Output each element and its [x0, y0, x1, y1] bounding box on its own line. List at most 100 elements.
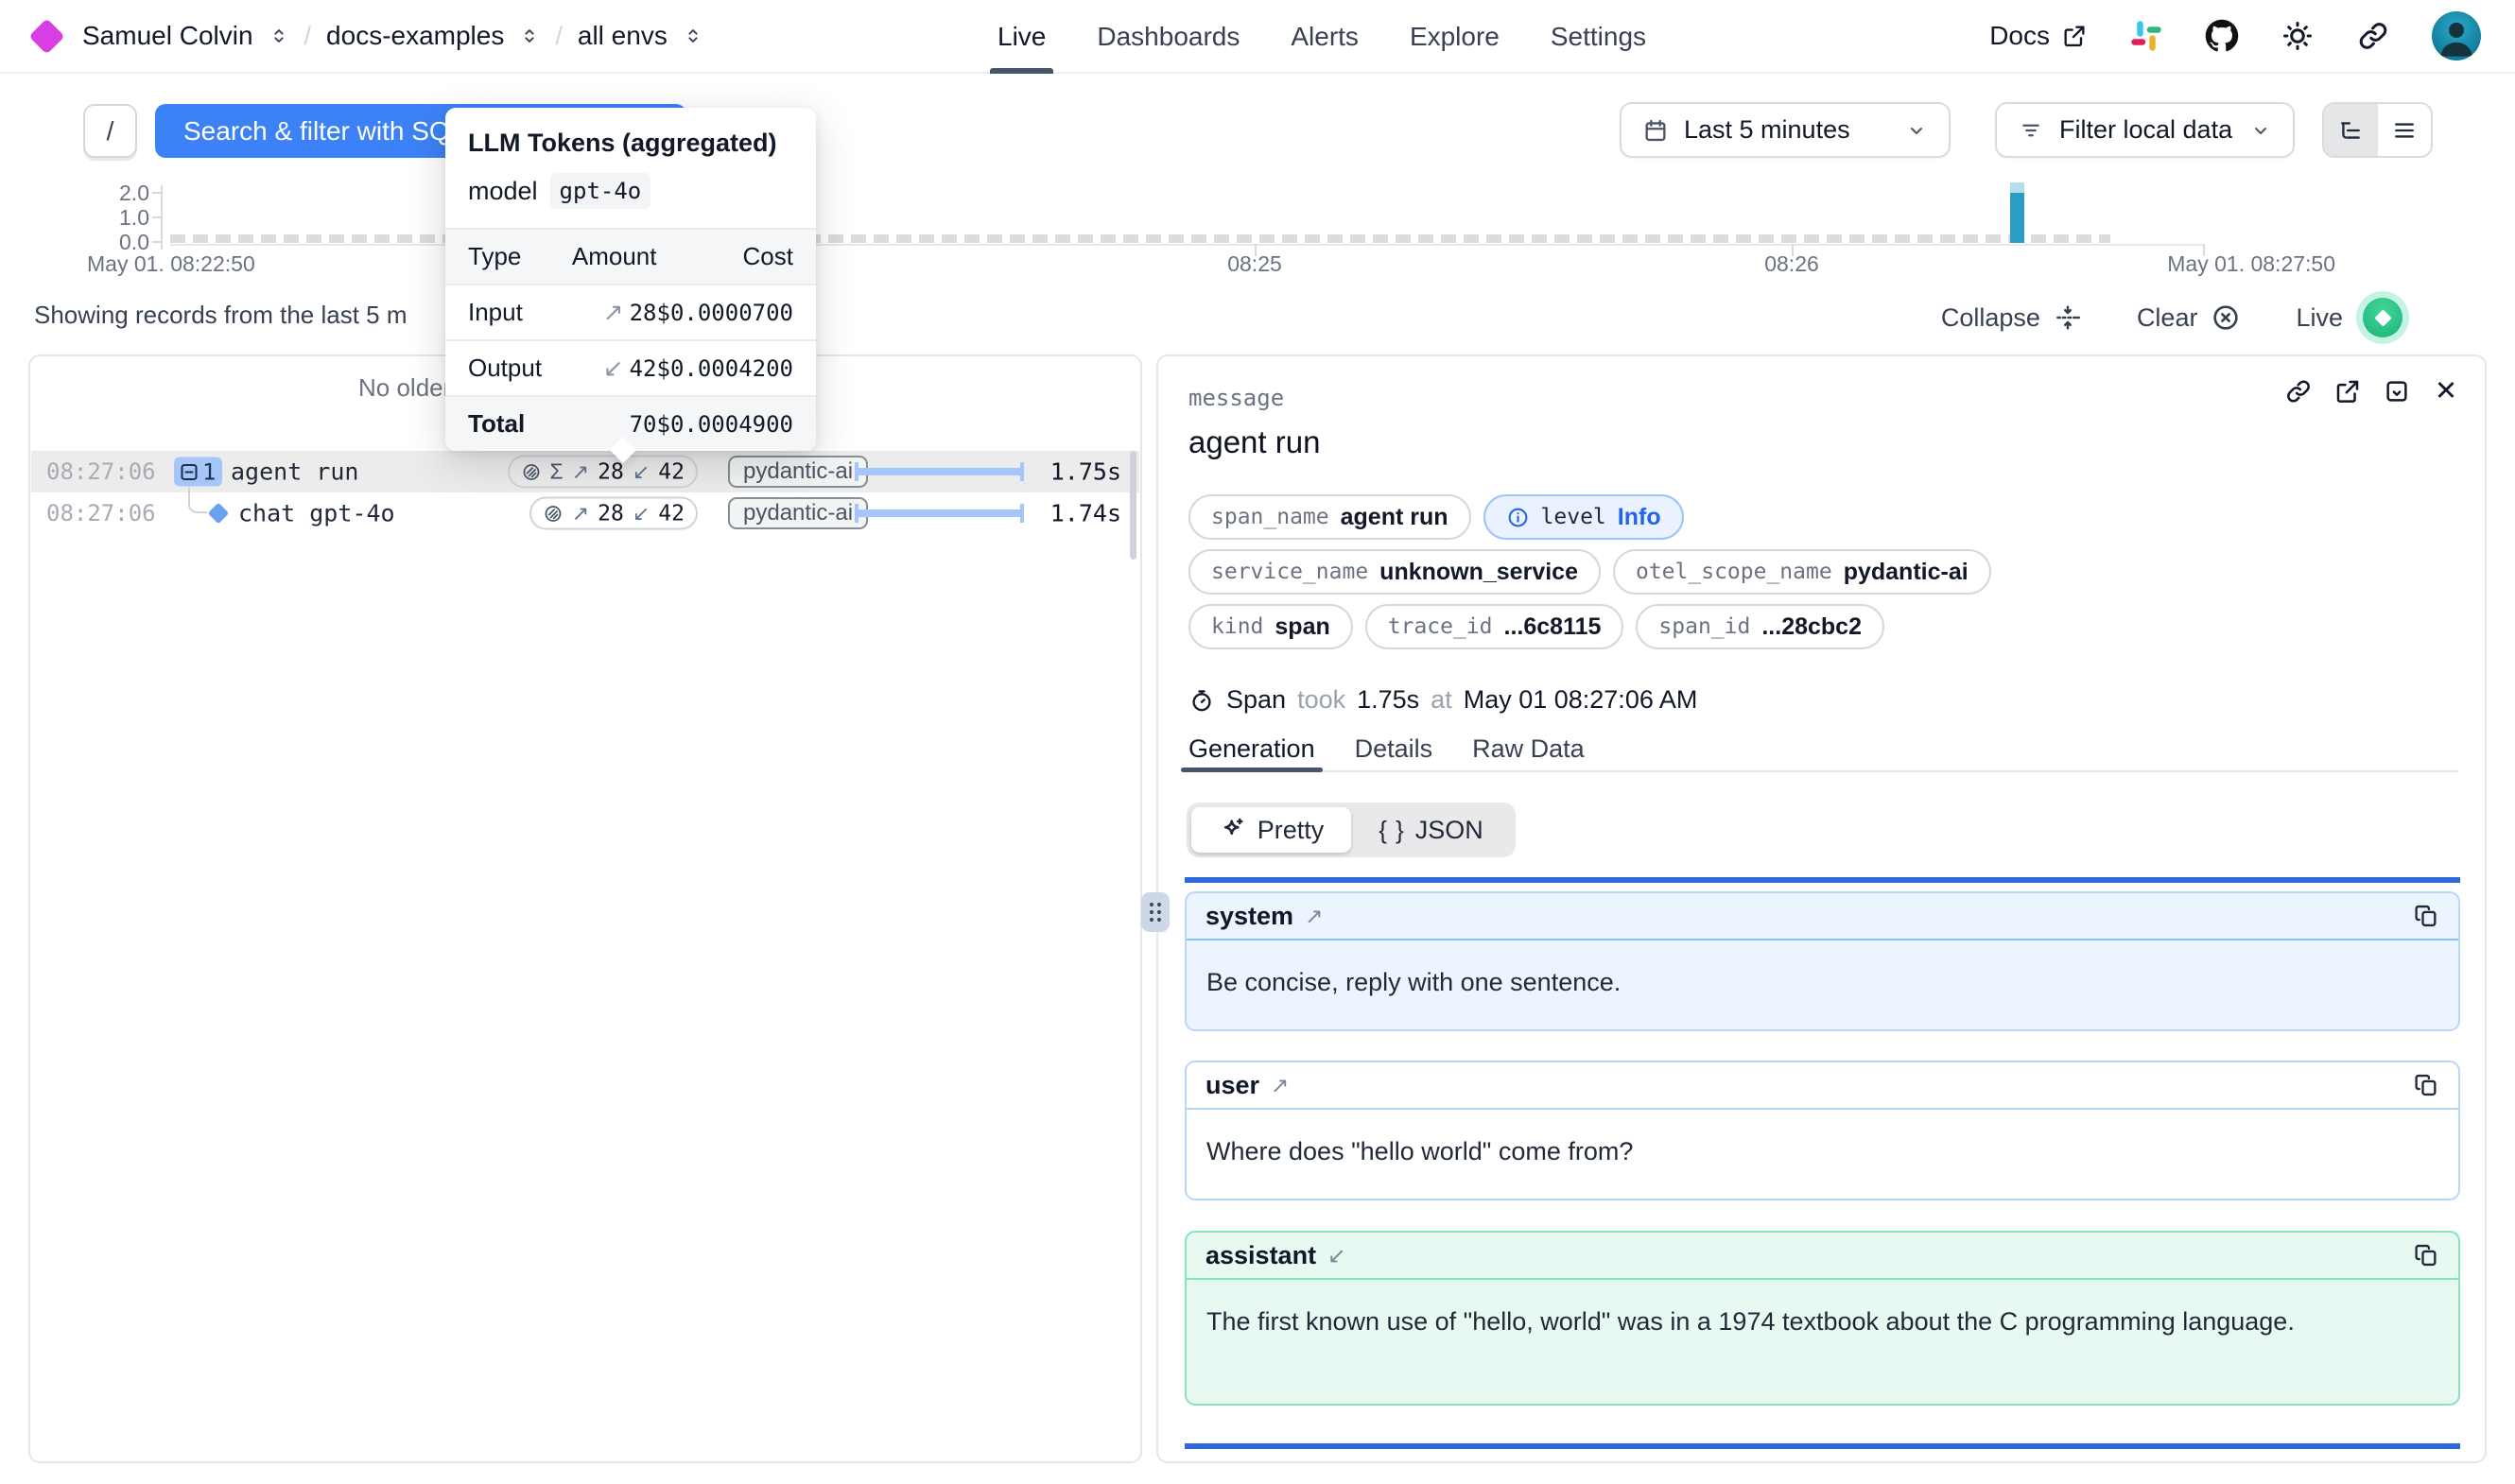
- token-cost: $0.0004200: [657, 340, 817, 396]
- header-actions: Docs: [1989, 11, 2481, 60]
- col-type: Type: [445, 229, 572, 285]
- copy-icon[interactable]: [2413, 1072, 2439, 1098]
- message-card-header: system ↗: [1187, 893, 2458, 940]
- user-avatar[interactable]: [2432, 11, 2481, 60]
- docs-link[interactable]: Docs: [1989, 21, 2088, 51]
- x-tick-label: 08:25: [1222, 251, 1288, 277]
- tab-details[interactable]: Details: [1355, 733, 1433, 770]
- message-card-header: assistant ↙: [1187, 1233, 2458, 1280]
- attr-otel-scope-name[interactable]: otel_scope_name pydantic-ai: [1613, 549, 1991, 595]
- token-usage-pill[interactable]: Σ ↗28 ↙42: [508, 456, 699, 489]
- close-panel-button[interactable]: ✕: [2432, 377, 2460, 406]
- scope-badge[interactable]: pydantic-ai: [728, 497, 868, 529]
- trace-list-scrollbar[interactable]: [1130, 451, 1136, 560]
- attr-key: level: [1541, 505, 1606, 529]
- sparkle-icon: [1219, 816, 1247, 844]
- child-count: 1: [202, 458, 216, 485]
- message-card-system: system ↗ Be concise, reply with one sent…: [1185, 891, 2460, 1031]
- span-name: chat gpt-4o: [238, 500, 395, 527]
- copy-link-button[interactable]: [2284, 377, 2313, 406]
- tab-raw-data[interactable]: Raw Data: [1472, 733, 1585, 770]
- filter-local-data-dropdown[interactable]: Filter local data: [1995, 102, 2295, 158]
- dock-panel-button[interactable]: [2383, 377, 2411, 406]
- attr-value: ...6c8115: [1504, 613, 1602, 641]
- timing-timestamp: May 01 08:27:06 AM: [1464, 685, 1698, 715]
- open-in-new-button[interactable]: [2333, 377, 2362, 406]
- filter-label: Filter local data: [2059, 115, 2232, 145]
- attr-span-id[interactable]: span_id ...28cbc2: [1636, 604, 1884, 649]
- breadcrumb-separator: /: [304, 22, 312, 51]
- arrow-up-right-icon: ↗: [572, 459, 589, 484]
- col-cost: Cost: [657, 229, 817, 285]
- json-toggle[interactable]: { } JSON: [1351, 807, 1511, 853]
- chevron-down-icon: [2249, 119, 2272, 142]
- tab-explore[interactable]: Explore: [1410, 0, 1500, 74]
- collapse-all-button[interactable]: Collapse: [1941, 303, 2082, 333]
- chevron-up-down-icon[interactable]: [519, 26, 540, 46]
- breadcrumb: Samuel Colvin / docs-examples / all envs: [34, 21, 703, 51]
- env-switcher[interactable]: all envs: [578, 21, 668, 51]
- tab-generation[interactable]: Generation: [1188, 733, 1315, 770]
- collapse-count-badge[interactable]: 1: [174, 457, 222, 487]
- token-amount: 42: [630, 355, 657, 382]
- primary-nav-tabs: Live Dashboards Alerts Explore Settings: [997, 0, 1646, 74]
- org-switcher[interactable]: Samuel Colvin: [82, 21, 253, 51]
- tab-dashboards[interactable]: Dashboards: [1097, 0, 1240, 74]
- span-diamond-icon: [208, 503, 230, 525]
- tree-connector: [188, 487, 207, 513]
- attr-level[interactable]: level Info: [1483, 494, 1684, 540]
- clear-label: Clear: [2137, 303, 2198, 333]
- stopwatch-icon: [1188, 687, 1215, 714]
- time-range-dropdown[interactable]: Last 5 minutes: [1620, 102, 1951, 158]
- attr-key: otel_scope_name: [1636, 560, 1832, 584]
- token-amount: 28: [630, 300, 657, 326]
- duration-text: 1.74s: [1050, 500, 1121, 527]
- list-view-toggle[interactable]: [2378, 104, 2432, 156]
- attr-key: span_name: [1211, 505, 1329, 529]
- attr-trace-id[interactable]: trace_id ...6c8115: [1365, 604, 1624, 649]
- attr-kind[interactable]: kind span: [1188, 604, 1353, 649]
- no-older-records-text: No older: [358, 373, 451, 403]
- scroll-divider-top: [1185, 877, 2460, 883]
- attr-span-name[interactable]: span_name agent run: [1188, 494, 1471, 540]
- scope-badge[interactable]: pydantic-ai: [728, 456, 868, 488]
- arrow-up-right-icon: ↗: [603, 298, 624, 326]
- attr-key: kind: [1211, 614, 1263, 639]
- model-key: model: [468, 177, 538, 206]
- message-card-user: user ↗ Where does "hello world" come fro…: [1185, 1061, 2460, 1200]
- pretty-toggle[interactable]: Pretty: [1191, 807, 1351, 853]
- trace-row-chat-gpt-4o[interactable]: 08:27:06 chat gpt-4o ↗28 ↙42 pydantic-ai…: [31, 492, 1139, 534]
- tree-view-toggle[interactable]: [2324, 104, 2378, 156]
- clear-button[interactable]: Clear: [2137, 302, 2242, 333]
- attr-service-name[interactable]: service_name unknown_service: [1188, 549, 1601, 595]
- chevron-up-down-icon[interactable]: [269, 26, 289, 46]
- copy-icon[interactable]: [2413, 903, 2439, 929]
- theme-sun-icon[interactable]: [2281, 19, 2315, 53]
- live-label: Live: [2296, 303, 2343, 333]
- chevron-up-down-icon[interactable]: [683, 26, 703, 46]
- tab-live[interactable]: Live: [997, 0, 1046, 74]
- message-text: Be concise, reply with one sentence.: [1187, 940, 2458, 1025]
- slack-icon[interactable]: [2129, 19, 2163, 53]
- github-icon[interactable]: [2205, 19, 2239, 53]
- y-axis-line: [161, 185, 163, 250]
- live-toggle[interactable]: Live: [2296, 291, 2409, 344]
- row-timestamp: 08:27:06: [46, 500, 156, 526]
- external-link-icon: [2333, 377, 2362, 406]
- share-link-icon[interactable]: [2356, 19, 2390, 53]
- token-type: Total: [445, 396, 572, 451]
- copy-icon[interactable]: [2413, 1242, 2439, 1268]
- duration-bar: [855, 462, 1024, 481]
- project-switcher[interactable]: docs-examples: [326, 21, 504, 51]
- detail-tabs: Generation Details Raw Data: [1188, 733, 2458, 772]
- tab-alerts[interactable]: Alerts: [1291, 0, 1359, 74]
- x-tick-label: May 01. 08:22:50: [87, 251, 267, 277]
- tab-settings[interactable]: Settings: [1551, 0, 1646, 74]
- timing-duration: 1.75s: [1357, 685, 1419, 715]
- chart-bar[interactable]: [2010, 193, 2024, 243]
- search-shortcut-key: /: [83, 104, 137, 158]
- panel-resize-handle[interactable]: [1141, 892, 1170, 932]
- top-nav: Samuel Colvin / docs-examples / all envs…: [0, 0, 2515, 74]
- token-usage-pill[interactable]: ↗28 ↙42: [529, 497, 698, 530]
- y-tick-label: 1.0: [85, 205, 149, 231]
